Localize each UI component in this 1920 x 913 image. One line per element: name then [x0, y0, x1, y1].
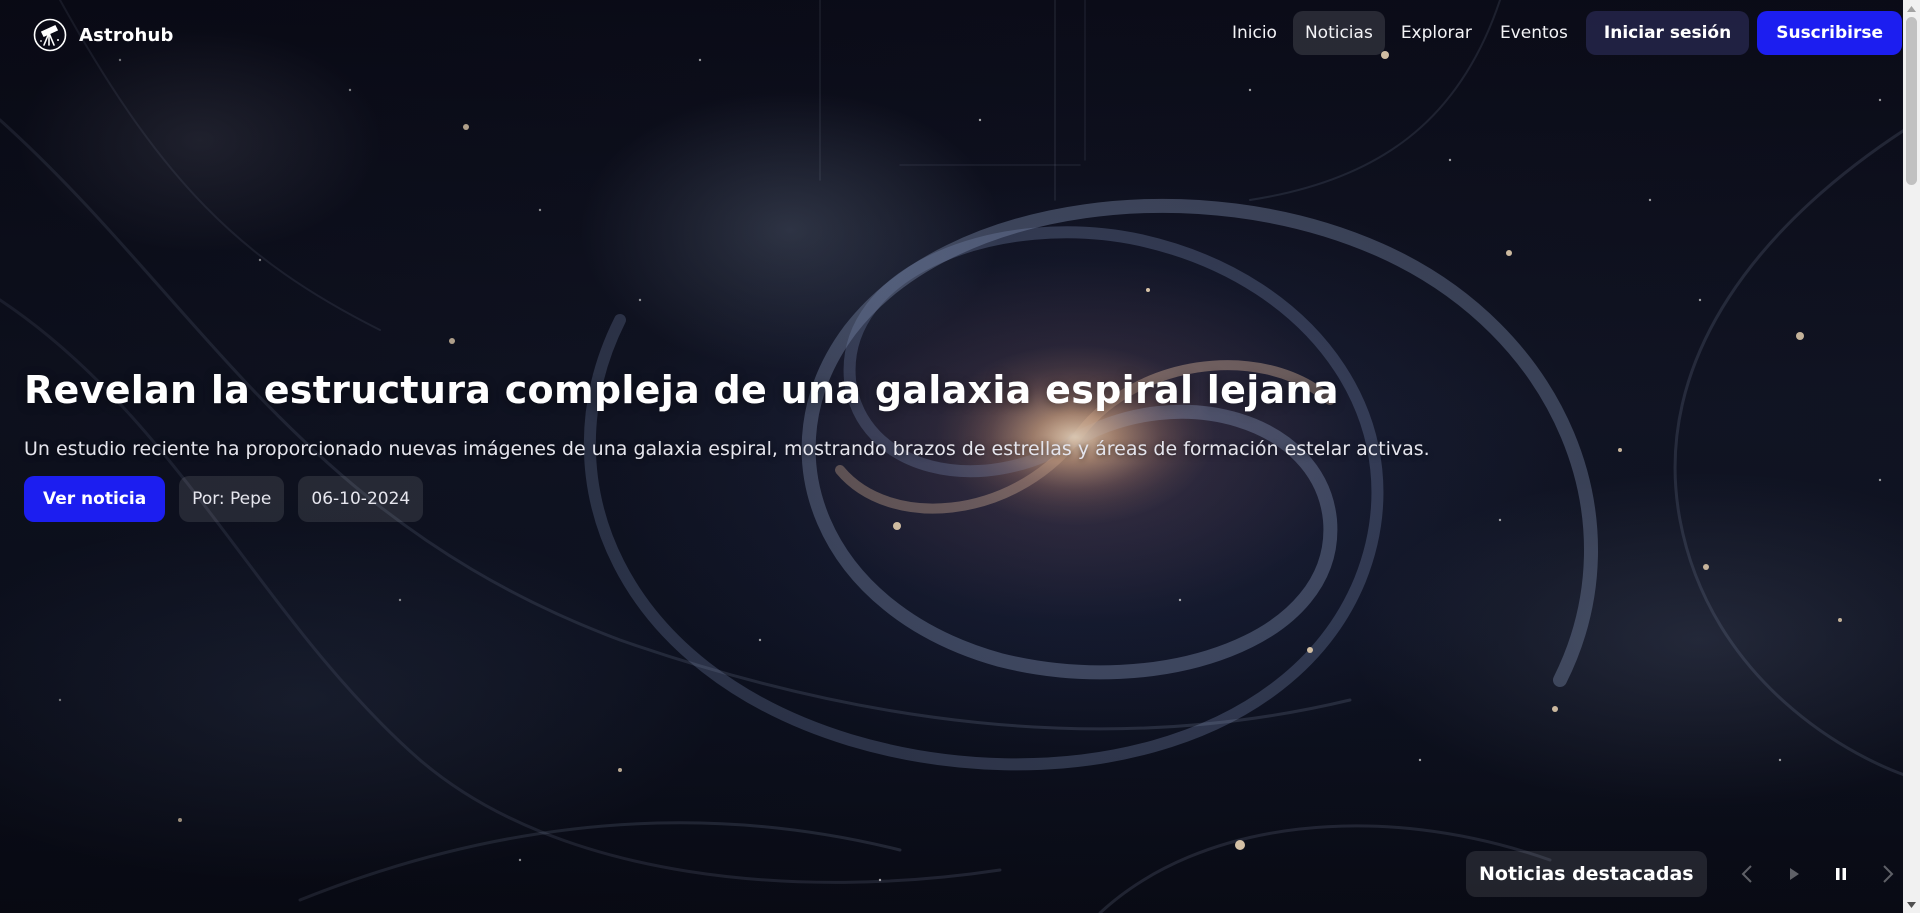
- nav-menu: Inicio Noticias Explorar Eventos Iniciar…: [1220, 11, 1902, 55]
- brand-name: Astrohub: [79, 24, 174, 46]
- brand-link[interactable]: Astrohub: [33, 18, 174, 52]
- scrollbar-thumb[interactable]: [1906, 17, 1917, 185]
- page-scrollbar[interactable]: [1903, 0, 1920, 913]
- hero-section: Revelan la estructura compleja de una ga…: [24, 368, 1430, 522]
- hero-title: Revelan la estructura compleja de una ga…: [24, 368, 1339, 412]
- nav-link-eventos[interactable]: Eventos: [1488, 11, 1580, 55]
- nav-link-noticias[interactable]: Noticias: [1292, 11, 1385, 55]
- page: Astrohub Inicio Noticias Explorar Evento…: [0, 0, 1920, 913]
- login-button[interactable]: Iniciar sesión: [1585, 11, 1750, 55]
- featured-carousel-controls: Noticias destacadas: [1466, 851, 1898, 897]
- chevron-right-icon[interactable]: [1878, 864, 1898, 884]
- featured-news-label: Noticias destacadas: [1466, 851, 1707, 897]
- scroll-down-arrow-icon[interactable]: [1903, 896, 1920, 913]
- hero-subtitle: Un estudio reciente ha proporcionado nue…: [24, 438, 1430, 460]
- nav-link-inicio[interactable]: Inicio: [1220, 11, 1289, 55]
- author-badge: Por: Pepe: [179, 476, 285, 522]
- date-badge: 06-10-2024: [298, 476, 424, 522]
- subscribe-button[interactable]: Suscribirse: [1757, 11, 1902, 55]
- pause-icon[interactable]: [1831, 864, 1851, 884]
- nav-link-explorar[interactable]: Explorar: [1389, 11, 1484, 55]
- play-icon[interactable]: [1784, 864, 1804, 884]
- scroll-up-arrow-icon[interactable]: [1903, 0, 1920, 17]
- navbar: Astrohub Inicio Noticias Explorar Evento…: [0, 0, 1902, 70]
- chevron-left-icon[interactable]: [1737, 864, 1757, 884]
- view-news-button[interactable]: Ver noticia: [24, 476, 166, 522]
- telescope-icon: [33, 18, 67, 52]
- hero-actions: Ver noticia Por: Pepe 06-10-2024: [24, 476, 1430, 522]
